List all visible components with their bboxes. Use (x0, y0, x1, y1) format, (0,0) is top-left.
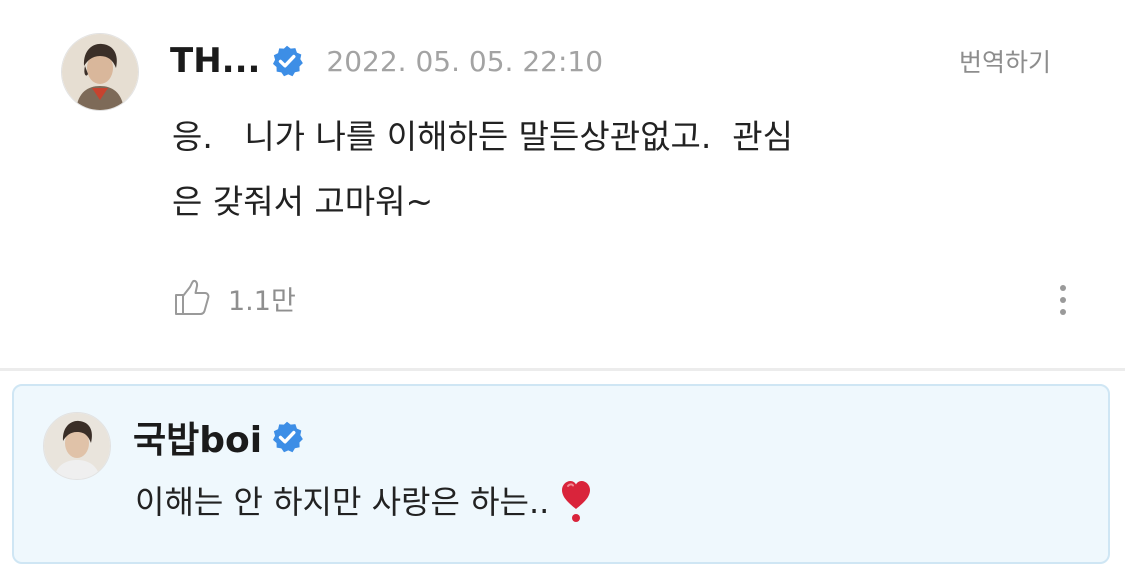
reply-body: 이해는 안 하지만 사랑은 하는.. (135, 479, 593, 525)
more-options-button[interactable] (1049, 282, 1077, 322)
reply-card: 국밥boi 이해는 안 하지만 사랑은 하는.. (12, 384, 1110, 564)
comment-actions: 1.1만 (172, 276, 296, 320)
like-button[interactable]: 1.1만 (172, 278, 296, 318)
reply-body-text: 이해는 안 하지만 사랑은 하는.. (135, 483, 550, 521)
author-name[interactable]: TH... (170, 41, 260, 81)
reply-author-name[interactable]: 국밥boi (133, 411, 262, 463)
translate-button[interactable]: 번역하기 (959, 43, 1051, 79)
comment-item: TH... 2022. 05. 05. 22:10 번역하기 응. 니가 나를 … (0, 0, 1125, 368)
like-count: 1.1만 (228, 285, 296, 317)
verified-badge-icon (273, 45, 304, 77)
author-row: TH... 2022. 05. 05. 22:10 (170, 36, 603, 86)
reply-author-row: 국밥boi (133, 411, 304, 463)
timestamp: 2022. 05. 05. 22:10 (326, 44, 604, 78)
more-vertical-icon (1060, 285, 1066, 315)
thumbs-up-icon (175, 279, 210, 315)
comment-body-line: 은 갖줘서 고마워~ (172, 182, 434, 221)
author-avatar[interactable] (61, 33, 139, 111)
comment-body-line: 응. 니가 나를 이해하든 말든상관없고. 관심 (172, 117, 794, 156)
avatar-image (62, 34, 138, 110)
reply-author-avatar[interactable] (43, 412, 111, 480)
heart-exclamation-icon (562, 481, 591, 522)
verified-badge-icon (273, 421, 303, 453)
comment-body: 응. 니가 나를 이해하든 말든상관없고. 관심 은 갖줘서 고마워~ (172, 104, 932, 234)
section-divider (0, 368, 1125, 371)
avatar-image (44, 413, 110, 479)
